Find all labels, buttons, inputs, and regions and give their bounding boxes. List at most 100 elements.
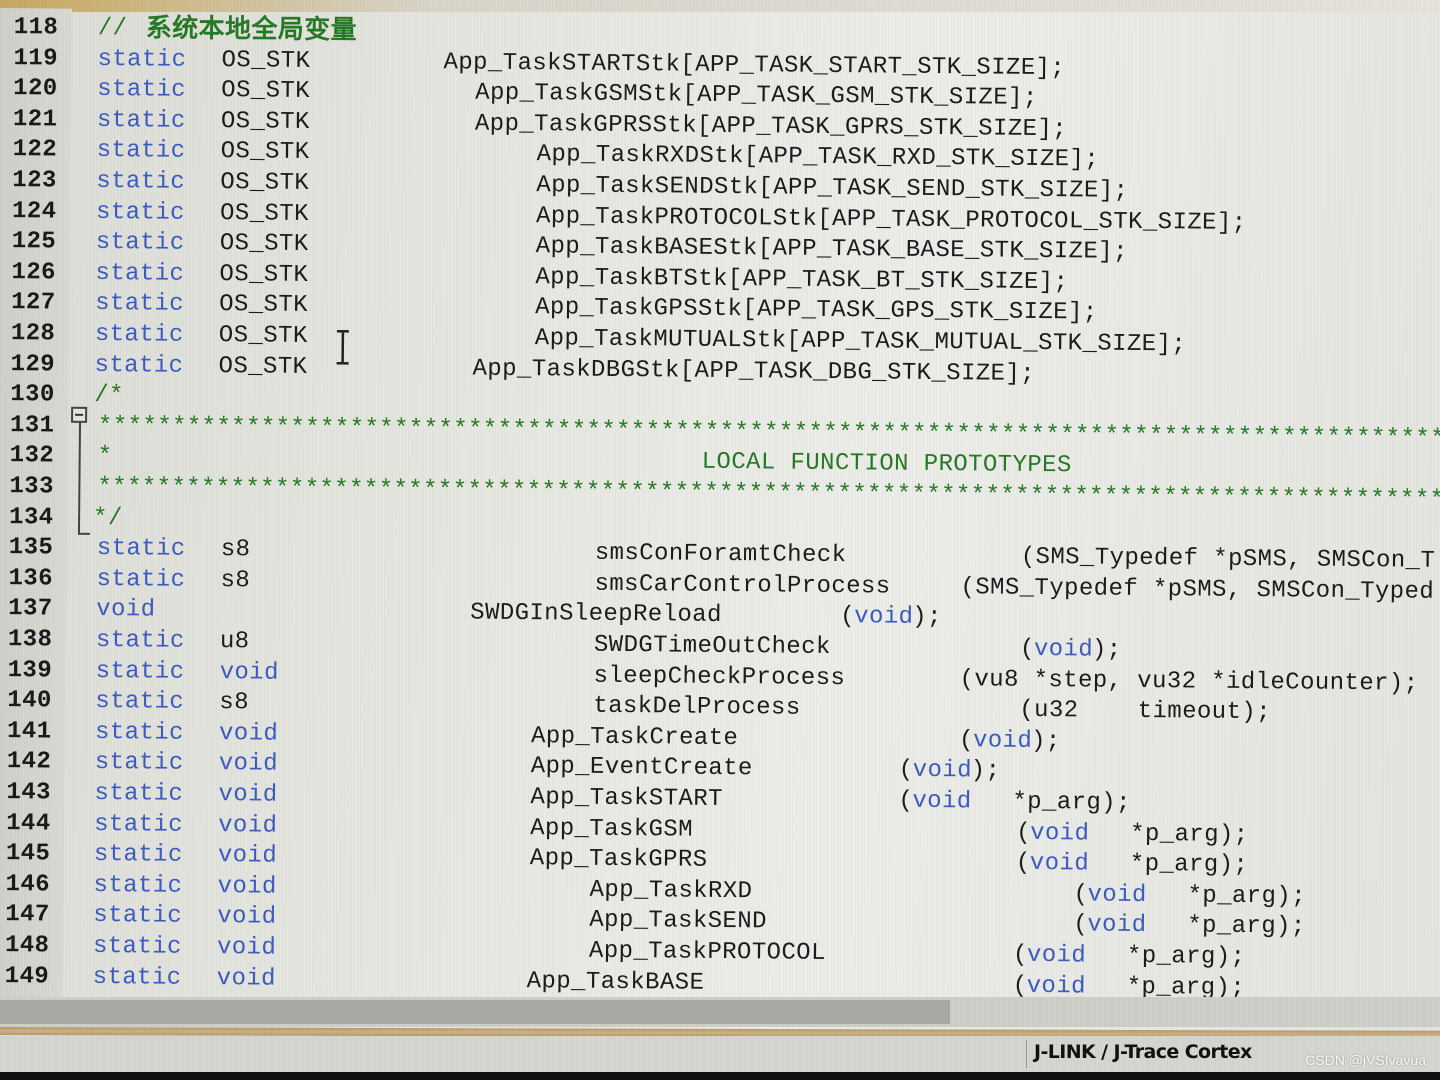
- comment-token: 系统本地全局变量: [145, 13, 358, 46]
- keyword-token: static: [95, 688, 185, 716]
- line-number[interactable]: 143: [6, 777, 66, 809]
- horizontal-scrollbar-thumb[interactable]: [0, 1000, 950, 1024]
- line-number[interactable]: 140: [7, 685, 67, 717]
- identifier-token: *p_arg);: [1129, 820, 1249, 849]
- keyword-token: void: [219, 658, 279, 687]
- identifier-token: OS_STK: [219, 291, 309, 320]
- identifier-token: );: [970, 757, 1001, 786]
- identifier-token: App_TaskBASE: [526, 967, 705, 997]
- keyword-token: void: [217, 842, 278, 870]
- identifier-token: s8: [220, 566, 251, 595]
- identifier-token: OS_STK: [219, 260, 309, 289]
- line-number[interactable]: 118: [14, 12, 74, 44]
- identifier-token: u8: [219, 628, 250, 656]
- identifier-token: App_TaskRXD: [589, 876, 753, 906]
- line-number[interactable]: 120: [13, 73, 73, 105]
- identifier-token: *p_arg);: [1187, 882, 1307, 911]
- identifier-token: SWDGInSleepReload: [470, 599, 722, 630]
- screen-bottom-edge: [0, 1072, 1440, 1080]
- identifier-token: s8: [219, 689, 250, 717]
- identifier-token: App_TaskGPRS: [529, 845, 708, 875]
- status-debugger-label: J-LINK / J-Trace Cortex: [1034, 1041, 1252, 1063]
- comment-token: *: [97, 443, 113, 471]
- line-number[interactable]: 121: [13, 104, 73, 136]
- line-number[interactable]: 139: [7, 655, 67, 687]
- line-number[interactable]: 131: [10, 410, 70, 442]
- identifier-token: );: [1091, 636, 1122, 664]
- keyword-token: static: [94, 320, 184, 349]
- keyword-token: void: [972, 727, 1033, 755]
- code-editor[interactable]: 118 // 系统本地全局变量 119 static OS_STK App_TaskSTA…: [0, 8, 1440, 1012]
- line-number[interactable]: 132: [10, 441, 70, 473]
- identifier-token: SWDGTimeOutCheck: [593, 631, 831, 662]
- line-number[interactable]: 123: [12, 165, 72, 197]
- identifier-token: *p_arg);: [1012, 788, 1131, 817]
- identifier-token: OS_STK: [221, 77, 311, 106]
- identifier-token: *p_arg);: [1187, 912, 1306, 941]
- keyword-token: static: [92, 932, 182, 961]
- line-number[interactable]: 137: [8, 593, 68, 625]
- keyword-token: void: [217, 872, 277, 901]
- identifier-token: App_TaskGSM: [530, 814, 694, 844]
- identifier-token: *p_arg);: [1129, 851, 1249, 880]
- line-number[interactable]: 128: [11, 318, 71, 350]
- line-number[interactable]: 144: [6, 808, 66, 840]
- keyword-token: void: [218, 781, 278, 809]
- line-number[interactable]: 145: [6, 838, 66, 870]
- line-number[interactable]: 130: [10, 379, 70, 411]
- identifier-token: App_TaskPROTOCOL: [588, 937, 826, 967]
- line-number[interactable]: 134: [9, 502, 69, 534]
- ide-screen: 118 // 系统本地全局变量 119 static OS_STK App_TaskSTA…: [0, 0, 1440, 1080]
- line-number[interactable]: 146: [5, 869, 65, 901]
- keyword-token: static: [94, 351, 184, 380]
- keyword-token: void: [1087, 911, 1147, 940]
- fold-range-end: [77, 532, 90, 535]
- identifier-token: OS_STK: [219, 230, 309, 259]
- keyword-token: static: [95, 626, 185, 655]
- keyword-token: void: [217, 903, 277, 932]
- line-number[interactable]: 141: [7, 716, 67, 748]
- line-number[interactable]: 149: [5, 961, 65, 993]
- line-number[interactable]: 142: [7, 746, 67, 778]
- line-number[interactable]: 135: [9, 532, 69, 564]
- line-number[interactable]: 124: [12, 196, 72, 228]
- keyword-token: void: [218, 719, 279, 748]
- identifier-token: s8: [220, 536, 251, 564]
- line-number[interactable]: 127: [11, 288, 71, 320]
- line-number[interactable]: 119: [13, 43, 73, 75]
- keyword-token: void: [854, 603, 914, 632]
- identifier-token: (vu8 *step, vu32 *idleCounter);: [959, 665, 1419, 698]
- keyword-token: static: [96, 565, 186, 594]
- line-number[interactable]: 122: [12, 135, 72, 167]
- line-number[interactable]: 129: [10, 349, 70, 381]
- keyword-token: static: [95, 290, 185, 319]
- line-number[interactable]: 148: [5, 930, 65, 962]
- keyword-token: static: [95, 657, 185, 686]
- fold-collapse-icon[interactable]: [71, 406, 88, 423]
- identifier-token: (SMS_Typedef *pSMS, SMSCon_Typed: [960, 574, 1435, 606]
- comment-token: /*: [94, 382, 125, 410]
- keyword-token: static: [93, 841, 183, 869]
- keyword-token: void: [1029, 850, 1090, 878]
- keyword-token: static: [94, 779, 184, 808]
- line-number[interactable]: 126: [11, 257, 71, 289]
- keyword-token: static: [92, 963, 182, 992]
- keyword-token: static: [95, 198, 185, 227]
- text-cursor-icon: [336, 329, 349, 365]
- keyword-token: void: [1033, 635, 1094, 664]
- identifier-token: (: [898, 757, 914, 785]
- keyword-token: void: [1026, 941, 1087, 970]
- line-number[interactable]: 133: [9, 471, 69, 503]
- keyword-token: static: [97, 76, 187, 104]
- line-number[interactable]: 147: [5, 899, 65, 931]
- keyword-token: void: [1087, 881, 1147, 909]
- identifier-token: OS_STK: [221, 46, 311, 75]
- keyword-token: void: [218, 750, 279, 779]
- line-number[interactable]: 138: [8, 624, 68, 656]
- line-number[interactable]: 125: [12, 226, 72, 258]
- keyword-token: static: [95, 229, 185, 257]
- watermark: CSDN @jVSIvavua: [1305, 1052, 1426, 1068]
- identifier-token: OS_STK: [218, 352, 308, 381]
- line-number[interactable]: 136: [8, 563, 68, 595]
- keyword-token: static: [97, 45, 187, 74]
